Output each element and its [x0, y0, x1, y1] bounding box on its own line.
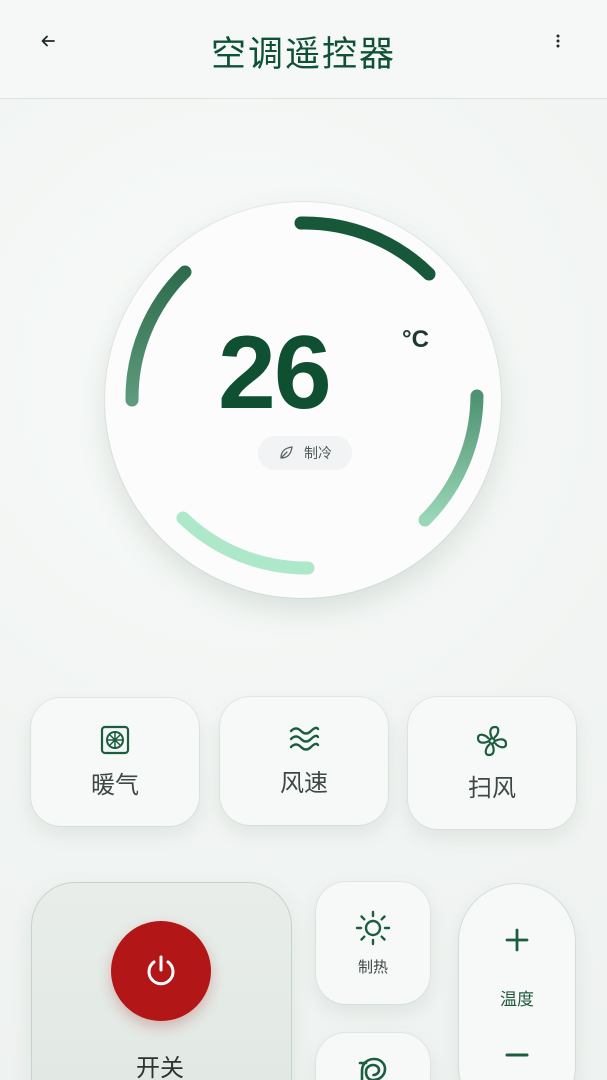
- temperature-unit: °C: [402, 326, 429, 353]
- temp-up-button[interactable]: [497, 922, 537, 958]
- swing-label: 扫风: [468, 773, 516, 802]
- power-button[interactable]: [111, 921, 211, 1021]
- heat-mode-button[interactable]: 制热: [316, 882, 430, 1004]
- power-icon: [147, 955, 175, 986]
- remote-screen: 空调遥控器 26 °C 制冷 暖气 风速 扫风 开关 制热 温度: [0, 0, 607, 1080]
- temperature-label: 温度: [500, 990, 534, 1010]
- heater-button[interactable]: 暖气: [31, 698, 199, 826]
- heat-mode-label: 制热: [357, 957, 388, 976]
- fan-speed-button[interactable]: 风速: [220, 697, 388, 825]
- heater-icon: [100, 725, 130, 754]
- sun-icon: [355, 910, 391, 945]
- air-flow-icon: [358, 1057, 387, 1080]
- temperature-value: 26: [218, 315, 332, 431]
- minus-icon: [505, 1053, 529, 1057]
- plus-icon: [505, 928, 529, 952]
- temp-down-button[interactable]: [497, 1040, 537, 1070]
- mode-chip[interactable]: 制冷: [258, 436, 352, 470]
- mode-label: 制冷: [304, 446, 332, 462]
- power-label: 开关: [136, 1054, 184, 1080]
- page-title: 空调遥控器: [210, 35, 396, 75]
- wind-icon: [289, 726, 320, 751]
- more-options-button[interactable]: [548, 30, 568, 52]
- more-vertical-icon: [556, 34, 560, 48]
- fan-icon: [476, 725, 508, 756]
- heater-label: 暖气: [91, 770, 139, 799]
- leaf-icon: [280, 446, 293, 459]
- fan-speed-label: 风速: [280, 768, 328, 797]
- swing-button[interactable]: 扫风: [408, 697, 576, 829]
- air-flow-button[interactable]: [316, 1033, 430, 1080]
- top-app-bar: 空调遥控器: [0, 0, 607, 99]
